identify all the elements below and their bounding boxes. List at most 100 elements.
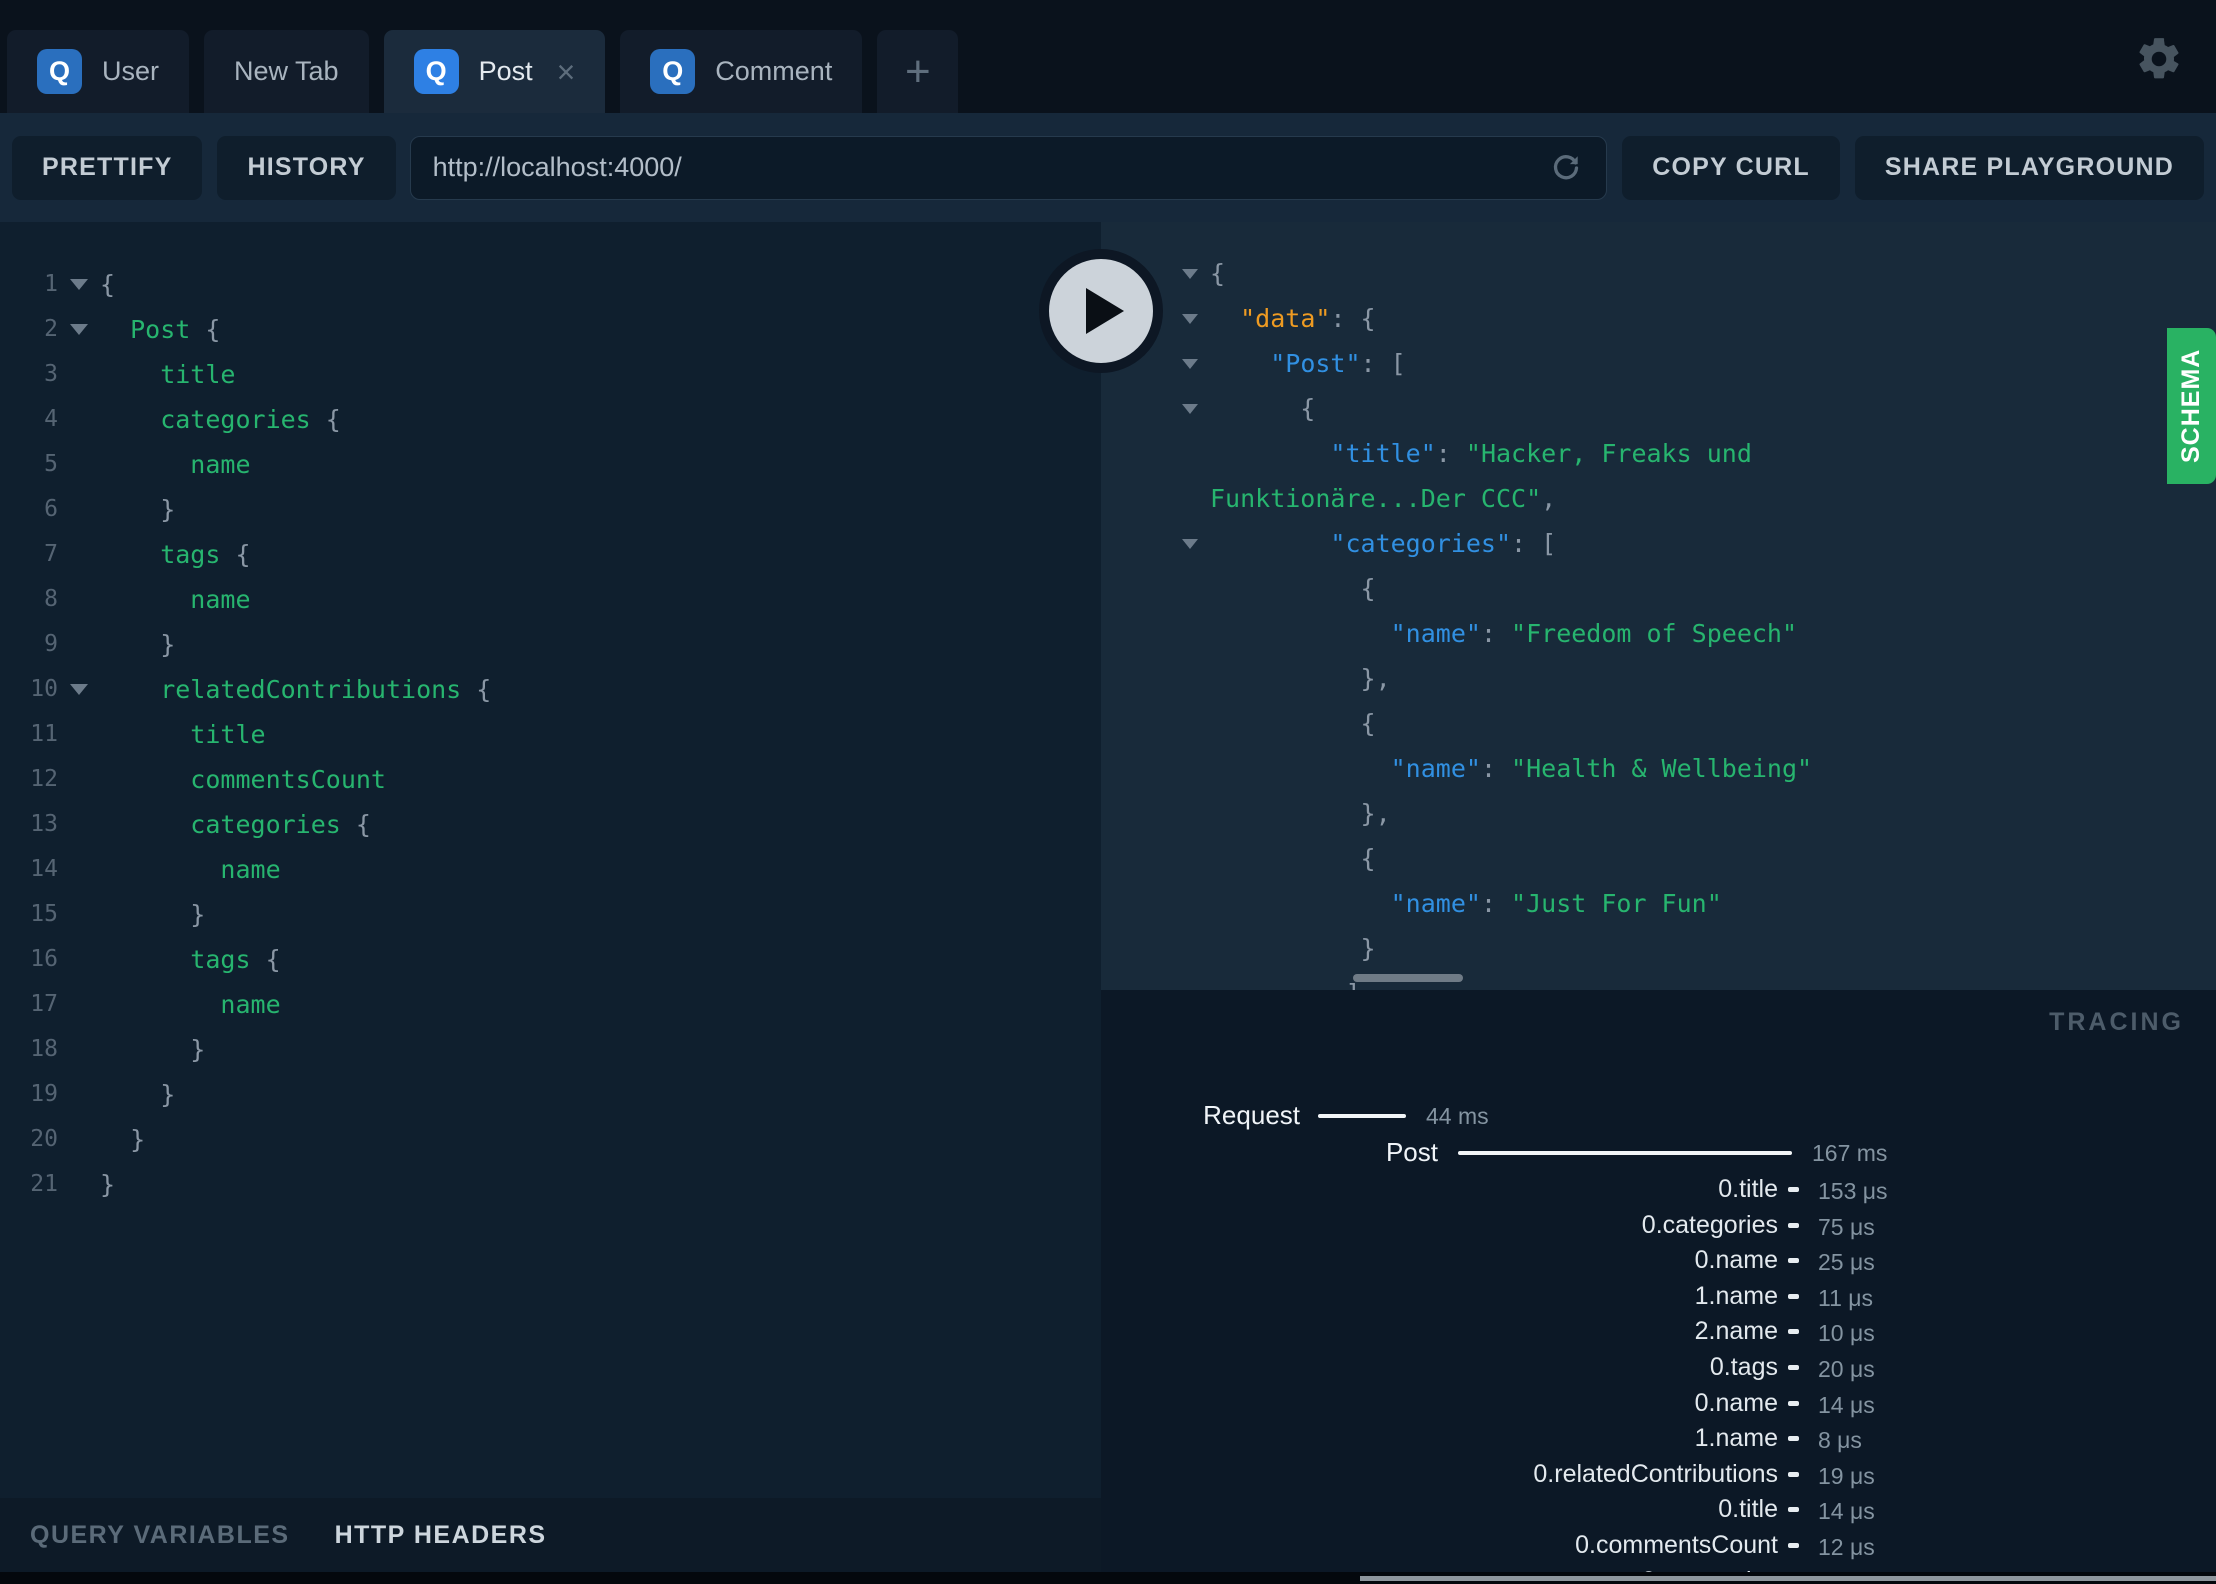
tab-new-tab[interactable]: New Tab bbox=[204, 30, 369, 113]
code-token: } bbox=[1210, 934, 1376, 963]
code-token: tags bbox=[100, 540, 221, 569]
settings-gear-icon[interactable] bbox=[2134, 34, 2184, 84]
http-headers-tab[interactable]: HTTP HEADERS bbox=[335, 1521, 547, 1550]
copy-curl-button[interactable]: COPY CURL bbox=[1622, 135, 1840, 200]
response-line-text: ] bbox=[1101, 971, 2216, 990]
tab-comment[interactable]: Q Comment bbox=[620, 30, 863, 113]
fold-arrow-slot bbox=[58, 757, 100, 802]
line-number: 12 bbox=[30, 766, 58, 792]
code-token: name bbox=[100, 450, 251, 479]
line-number: 9 bbox=[44, 631, 58, 657]
fold-arrow-icon[interactable] bbox=[1175, 521, 1205, 566]
code-token: } bbox=[100, 1170, 116, 1199]
editor-line: 8 name bbox=[0, 577, 1101, 622]
code-token: : bbox=[1480, 889, 1512, 918]
fold-arrow-icon[interactable] bbox=[58, 667, 100, 712]
schema-tab[interactable]: SCHEMA bbox=[2167, 328, 2216, 484]
code-token: "categories" bbox=[1330, 529, 1512, 558]
code-token: { bbox=[310, 405, 341, 434]
trace-field-row: 2.name 10 μs bbox=[1101, 1317, 2216, 1353]
response-line: { bbox=[1101, 566, 2216, 611]
fold-arrow-slot bbox=[58, 892, 100, 937]
tab-label: Post bbox=[478, 56, 533, 86]
response-line-text: "title": "Hacker, Freaks und bbox=[1101, 431, 2216, 476]
prettify-button[interactable]: PRETTIFY bbox=[12, 135, 203, 200]
editor-line: 12 commentsCount bbox=[0, 757, 1101, 802]
line-number: 16 bbox=[30, 946, 58, 972]
line-number: 14 bbox=[30, 856, 58, 882]
history-button[interactable]: HISTORY bbox=[217, 135, 396, 200]
triangle-down-icon bbox=[1182, 313, 1198, 324]
reload-schema-icon[interactable] bbox=[1548, 150, 1584, 186]
trace-bar bbox=[1788, 1222, 1799, 1228]
trace-duration: 75 μs bbox=[1818, 1213, 1875, 1240]
tab-list: Q User New Tab Q Post × Q Comment + bbox=[7, 30, 959, 113]
bottom-scrollbar[interactable] bbox=[1360, 1576, 2216, 1581]
trace-span-row: Request 44 ms bbox=[1101, 1100, 2216, 1136]
trace-label: Post bbox=[1385, 1137, 1438, 1167]
trace-label: 0.tags bbox=[1709, 1353, 1778, 1381]
line-number: 13 bbox=[30, 811, 58, 837]
response-line: "title": "Hacker, Freaks und bbox=[1101, 431, 2216, 476]
endpoint-url-value: http://localhost:4000/ bbox=[432, 152, 682, 182]
response-scrollbar[interactable] bbox=[1353, 974, 1463, 982]
editor-line-text: tags { bbox=[100, 532, 250, 577]
fold-arrow-icon[interactable] bbox=[58, 307, 100, 352]
code-token: { bbox=[1210, 259, 1226, 288]
editor-line: 7 tags { bbox=[0, 532, 1101, 577]
editor-line: 11 title bbox=[0, 712, 1101, 757]
code-token: "Post" bbox=[1270, 349, 1361, 378]
fold-arrow-icon[interactable] bbox=[1175, 386, 1205, 431]
triangle-down-icon bbox=[1182, 268, 1198, 279]
fold-arrow-slot bbox=[1175, 971, 1205, 990]
fold-arrow-slot bbox=[1175, 881, 1205, 926]
fold-arrow-icon[interactable] bbox=[58, 262, 100, 307]
fold-arrow-icon[interactable] bbox=[1175, 296, 1205, 341]
fold-arrow-icon[interactable] bbox=[1175, 341, 1205, 386]
code-token: "Hacker, Freaks und bbox=[1465, 439, 1752, 468]
code-token: "data" bbox=[1240, 304, 1331, 333]
line-number: 17 bbox=[30, 991, 58, 1017]
code-token: ] bbox=[1210, 979, 1360, 990]
trace-bar bbox=[1788, 1436, 1799, 1442]
trace-label: 2.name bbox=[1694, 1317, 1778, 1346]
editor-line: 17 name bbox=[0, 982, 1101, 1027]
response-line: "categories": [ bbox=[1101, 521, 2216, 566]
query-editor[interactable]: 1{2 Post {3 title 4 categories {5 name 6 }… bbox=[0, 222, 1101, 1498]
fold-arrow-slot bbox=[58, 352, 100, 397]
code-token: { bbox=[250, 945, 281, 974]
code-token: name bbox=[100, 990, 281, 1019]
code-token: { bbox=[100, 270, 116, 299]
endpoint-url-input[interactable]: http://localhost:4000/ bbox=[409, 135, 1608, 200]
tab-user[interactable]: Q User bbox=[7, 30, 190, 113]
trace-field-row: 0.name 25 μs bbox=[1101, 1246, 2216, 1282]
tab-post[interactable]: Q Post × bbox=[383, 30, 606, 113]
response-line-text: "Post": [ bbox=[1101, 341, 2216, 386]
code-token: title bbox=[100, 720, 266, 749]
fold-arrow-slot bbox=[58, 577, 100, 622]
trace-field-row: 0.title 153 μs bbox=[1101, 1175, 2216, 1211]
editor-line: 15 } bbox=[0, 892, 1101, 937]
trace-duration: 14 μs bbox=[1818, 1391, 1875, 1418]
fold-arrow-slot bbox=[58, 847, 100, 892]
new-tab-button[interactable]: + bbox=[877, 30, 959, 113]
close-tab-icon[interactable]: × bbox=[557, 56, 576, 88]
response-line: Funktionäre...Der CCC", bbox=[1101, 476, 2216, 521]
execute-query-button[interactable] bbox=[1039, 249, 1163, 373]
response-line: { bbox=[1101, 701, 2216, 746]
response-line: "data": { bbox=[1101, 296, 2216, 341]
trace-field-row: 0.tags 20 μs bbox=[1101, 1353, 2216, 1389]
fold-arrow-slot bbox=[58, 487, 100, 532]
trace-label: 0.relatedContributions bbox=[1533, 1459, 1778, 1488]
fold-arrow-slot bbox=[1175, 701, 1205, 746]
fold-arrow-icon[interactable] bbox=[1175, 251, 1205, 296]
response-line-text: "data": { bbox=[1101, 296, 2216, 341]
editor-line: 9 } bbox=[0, 622, 1101, 667]
trace-bar bbox=[1788, 1258, 1799, 1264]
fold-arrow-slot bbox=[1175, 836, 1205, 881]
query-variables-tab[interactable]: QUERY VARIABLES bbox=[30, 1521, 290, 1550]
share-playground-button[interactable]: SHARE PLAYGROUND bbox=[1854, 135, 2204, 200]
trace-field-row: 0.name 14 μs bbox=[1101, 1389, 2216, 1425]
editor-line: 14 name bbox=[0, 847, 1101, 892]
